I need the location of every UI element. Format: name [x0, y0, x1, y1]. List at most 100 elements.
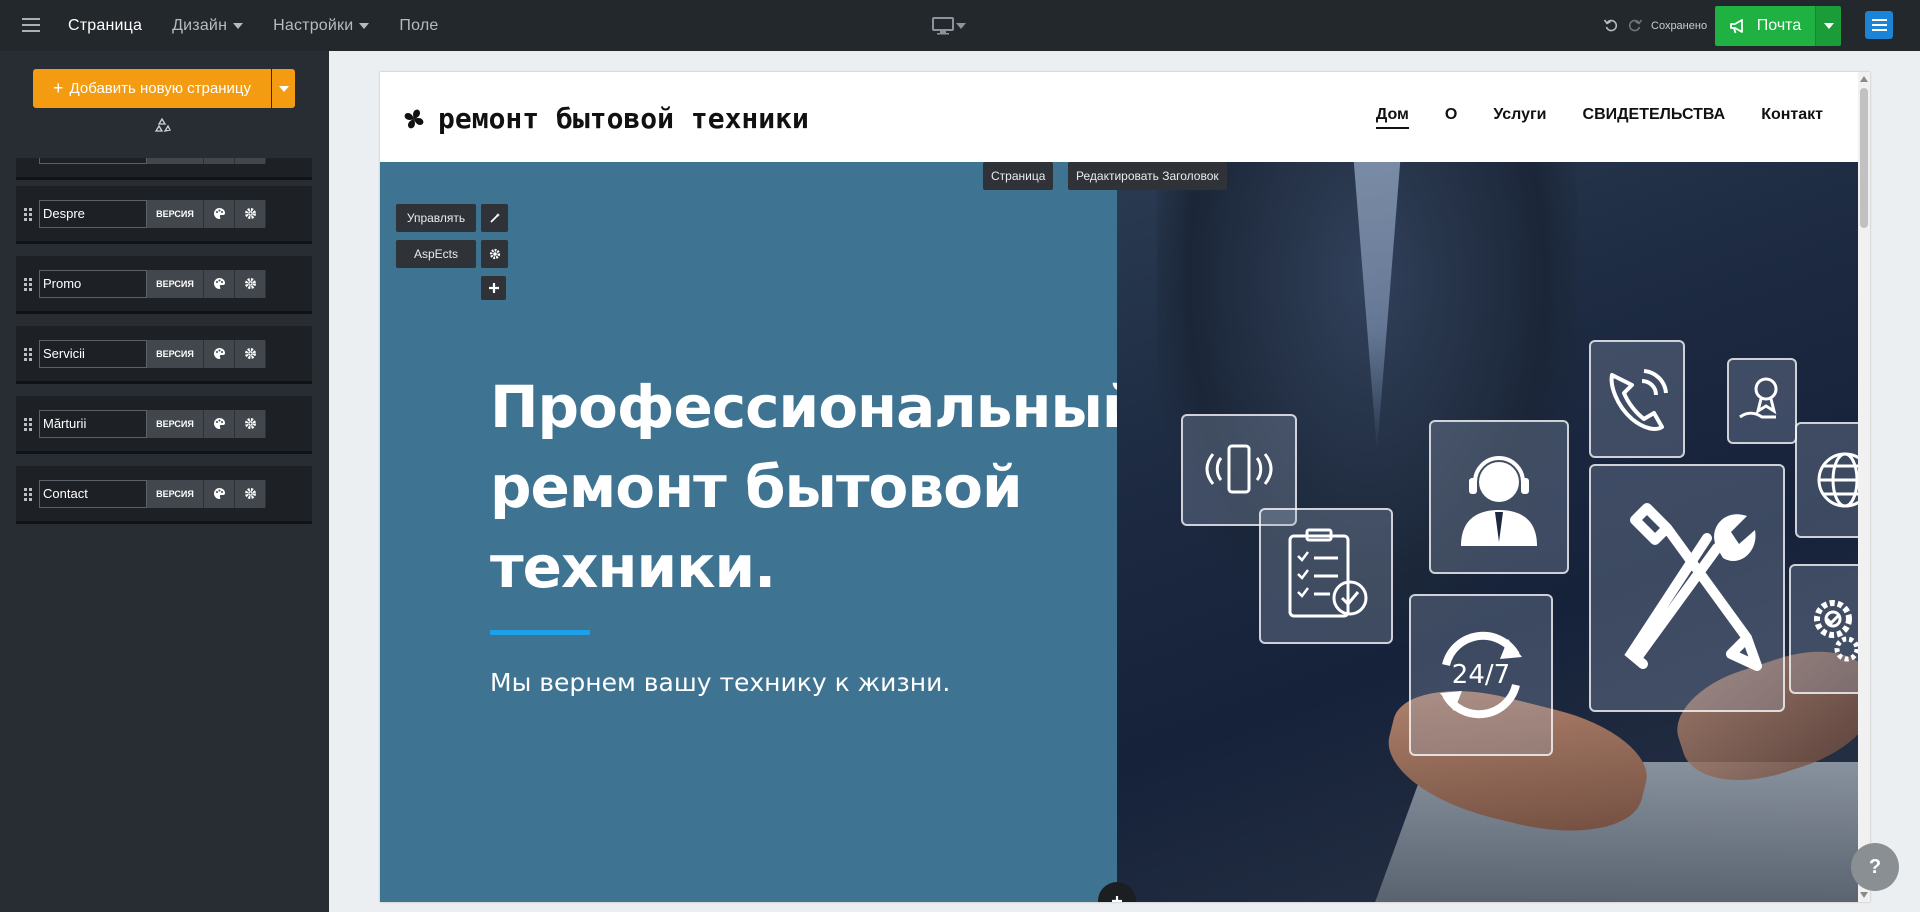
drag-handle-icon[interactable]: [24, 487, 32, 501]
scroll-up-arrow-icon[interactable]: [1860, 76, 1868, 82]
version-button[interactable]: ВЕРСИЯ: [147, 199, 204, 228]
app-logo-icon[interactable]: [1865, 11, 1893, 39]
nav-settings[interactable]: Настройки: [273, 17, 370, 35]
list-item[interactable]: Servicii ВЕРСИЯ: [16, 326, 312, 384]
palette-button[interactable]: [204, 158, 235, 164]
section-settings-button[interactable]: [481, 240, 508, 268]
publish-button[interactable]: Почта: [1715, 6, 1815, 46]
nav-design[interactable]: Дизайн: [172, 17, 244, 35]
magic-wand-icon: [489, 213, 500, 223]
drag-handle-icon[interactable]: [24, 417, 32, 431]
redo-icon[interactable]: [1627, 17, 1643, 33]
gears-check-icon: [1789, 564, 1858, 694]
publish-options-button[interactable]: [1815, 6, 1841, 46]
site-nav-contact[interactable]: Контакт: [1761, 106, 1823, 129]
tools-wrench-screwdriver-icon: [1589, 464, 1785, 712]
page-name-field[interactable]: Despre: [39, 199, 147, 228]
hours-24-7-icon: 24/7: [1409, 594, 1553, 756]
list-item[interactable]: Mărturii ВЕРСИЯ: [16, 396, 312, 454]
support-agent-icon: [1429, 420, 1569, 574]
palette-icon: [213, 418, 225, 429]
hero-subtitle[interactable]: Мы вернем вашу технику к жизни.: [490, 668, 950, 697]
page-name-field[interactable]: Servicii: [39, 339, 147, 368]
globe-icon: [1795, 422, 1858, 538]
palette-button[interactable]: [204, 409, 235, 438]
page-name-field[interactable]: [39, 158, 147, 164]
hero-divider: [490, 630, 590, 635]
edit-header-chip[interactable]: Редактировать Заголовок: [1068, 162, 1227, 190]
add-page-options-button[interactable]: [272, 69, 295, 108]
list-item[interactable]: Contact ВЕРСИЯ: [16, 466, 312, 524]
site-logo-text: ремонт бытовой техники: [438, 102, 809, 135]
plus-icon: [488, 283, 499, 293]
gear-icon: [244, 488, 256, 499]
top-nav: Страница Дизайн Настройки Поле: [68, 0, 468, 51]
canvas-scrollbar[interactable]: [1858, 72, 1870, 902]
hours-text: 24/7: [1452, 660, 1510, 690]
chevron-down-icon: [1823, 23, 1834, 29]
undo-icon[interactable]: [1603, 17, 1619, 33]
award-hand-icon: [1727, 358, 1797, 444]
device-switch[interactable]: [932, 17, 966, 35]
gear-icon: [244, 348, 256, 359]
version-button[interactable]: ВЕРСИЯ: [147, 269, 204, 298]
help-button[interactable]: ?: [1851, 843, 1899, 891]
site-nav-home[interactable]: Дом: [1375, 106, 1409, 129]
palette-button[interactable]: [204, 269, 235, 298]
chevron-down-icon: [278, 85, 289, 92]
drag-handle-icon[interactable]: [24, 277, 32, 291]
gear-button[interactable]: [235, 479, 266, 508]
palette-button[interactable]: [204, 199, 235, 228]
manage-button[interactable]: Управлять: [396, 204, 476, 232]
recycle-bin-icon[interactable]: [153, 117, 171, 135]
palette-icon: [213, 208, 225, 219]
gear-button[interactable]: [235, 199, 266, 228]
hero-section[interactable]: Профессиональный ремонт бытовой техники.…: [380, 162, 1858, 902]
version-button[interactable]: ВЕРСИЯ: [147, 339, 204, 368]
palette-button[interactable]: [204, 479, 235, 508]
nav-field[interactable]: Поле: [399, 17, 438, 35]
hero-text-panel: Профессиональный ремонт бытовой техники.…: [380, 162, 1143, 902]
add-page-button[interactable]: + Добавить новую страницу: [33, 69, 271, 108]
gear-button[interactable]: [235, 409, 266, 438]
version-button[interactable]: ВЕРСИЯ: [147, 479, 204, 508]
gear-icon: [244, 278, 256, 289]
top-toolbar: Страница Дизайн Настройки Поле Сохранено…: [0, 0, 1920, 51]
undo-redo: [1603, 17, 1643, 33]
site-logo[interactable]: ремонт бытовой техники: [400, 102, 809, 135]
chevron-down-icon: [233, 22, 244, 29]
site-nav-testimonials[interactable]: СВИДЕТЕЛЬСТВА: [1583, 106, 1726, 129]
site-nav-services[interactable]: Услуги: [1493, 106, 1546, 129]
palette-icon: [213, 488, 225, 499]
gear-icon: [244, 418, 256, 429]
magic-wand-button[interactable]: [481, 204, 508, 232]
nav-page[interactable]: Страница: [68, 17, 142, 35]
pages-sidebar: + Добавить новую страницу Despre ВЕРСИЯ P…: [0, 51, 329, 912]
aspects-button[interactable]: AspEcts: [396, 240, 476, 268]
list-item[interactable]: Promo ВЕРСИЯ: [16, 256, 312, 314]
menu-icon[interactable]: [22, 18, 40, 32]
gear-button[interactable]: [235, 158, 266, 164]
list-item[interactable]: [16, 158, 312, 180]
site-nav-about[interactable]: О: [1445, 106, 1457, 129]
page-name-field[interactable]: Contact: [39, 479, 147, 508]
hero-title[interactable]: Профессиональный ремонт бытовой техники.: [490, 367, 1143, 607]
version-button[interactable]: ВЕРСИЯ: [147, 409, 204, 438]
gear-button[interactable]: [235, 269, 266, 298]
gear-button[interactable]: [235, 339, 266, 368]
drag-handle-icon[interactable]: [24, 347, 32, 361]
scroll-thumb[interactable]: [1860, 88, 1868, 228]
page-name-field[interactable]: Promo: [39, 269, 147, 298]
palette-button[interactable]: [204, 339, 235, 368]
hero-image[interactable]: 24/7: [1117, 162, 1858, 902]
site-header[interactable]: ремонт бытовой техники Дом О Услуги СВИД…: [380, 72, 1858, 162]
drag-handle-icon[interactable]: [24, 207, 32, 221]
chevron-down-icon: [359, 22, 370, 29]
version-button[interactable]: [147, 158, 204, 164]
list-item[interactable]: Despre ВЕРСИЯ: [16, 186, 312, 244]
page-chip[interactable]: Страница: [983, 162, 1054, 190]
scroll-down-arrow-icon[interactable]: [1860, 892, 1868, 898]
page-name-field[interactable]: Mărturii: [39, 409, 147, 438]
add-element-button[interactable]: [481, 276, 506, 300]
page-list: Despre ВЕРСИЯ Promo ВЕРСИЯ Servicii ВЕРС…: [16, 158, 312, 658]
